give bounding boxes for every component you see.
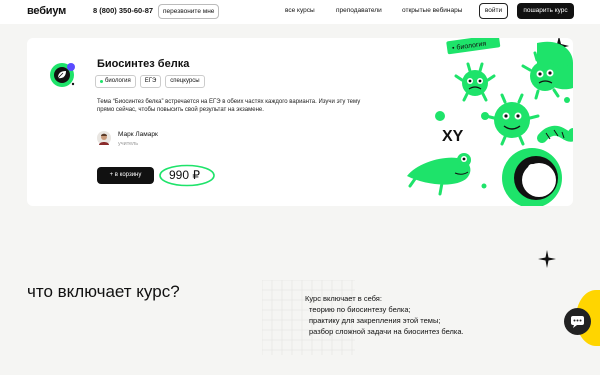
tag-dot-icon <box>100 80 103 83</box>
phone-number[interactable]: 8 (800) 350-60-87 <box>93 6 153 15</box>
teacher-role: учитель <box>118 141 139 147</box>
course-includes: Курс включает в себя: теорию по биосинте… <box>305 293 464 337</box>
chat-button[interactable] <box>564 308 591 335</box>
teacher-avatar <box>97 131 111 145</box>
tag-biology[interactable]: биология <box>95 75 136 88</box>
star-icon <box>538 250 556 268</box>
section-title: что включает курс? <box>27 282 180 301</box>
course-price: 990 ₽ <box>169 168 200 182</box>
includes-intro: Курс включает в себя: <box>305 294 382 303</box>
list-item: практику для закрепления этой темы; <box>309 316 441 325</box>
nav-webinars[interactable]: открытые вебинары <box>402 7 462 14</box>
site-logo[interactable]: вебиум <box>27 5 66 17</box>
chromosome-label: XY <box>442 128 464 145</box>
login-button[interactable]: войти <box>479 3 508 19</box>
course-card: Биосинтез белка биология ЕГЭ спецкурсы Т… <box>27 38 573 206</box>
course-tags: биология ЕГЭ спецкурсы <box>95 75 205 88</box>
site-header: вебиум 8 (800) 350-60-87 перезвоните мне… <box>0 0 600 24</box>
chat-icon <box>571 316 584 328</box>
callback-button[interactable]: перезвоните мне <box>158 4 220 19</box>
tag-label: спецкурсы <box>170 78 200 84</box>
tag-ege[interactable]: ЕГЭ <box>139 75 162 88</box>
tag-label: ЕГЭ <box>144 78 157 84</box>
add-to-cart-button[interactable]: + в корзину <box>97 167 154 184</box>
tag-special[interactable]: спецкурсы <box>165 75 205 88</box>
nav-all-courses[interactable]: все курсы <box>285 7 315 14</box>
nav-teachers[interactable]: преподаватели <box>336 7 382 14</box>
teacher-name[interactable]: Марк Ламарк <box>118 131 158 138</box>
course-leaf-icon <box>50 63 75 87</box>
list-item: разбор сложной задачи на биосинтез белка… <box>309 327 464 336</box>
tag-label: биология <box>105 78 131 84</box>
price-badge: 990 ₽ <box>158 164 216 187</box>
course-title: Биосинтез белка <box>97 58 190 70</box>
course-description: Тема “Биосинтез белка” встречается на ЕГ… <box>97 99 361 113</box>
biology-illustration: • биология XY <box>407 38 573 206</box>
buy-course-button[interactable]: пошарить курс <box>517 3 574 19</box>
list-item: теорию по биосинтезу белка; <box>309 305 411 314</box>
